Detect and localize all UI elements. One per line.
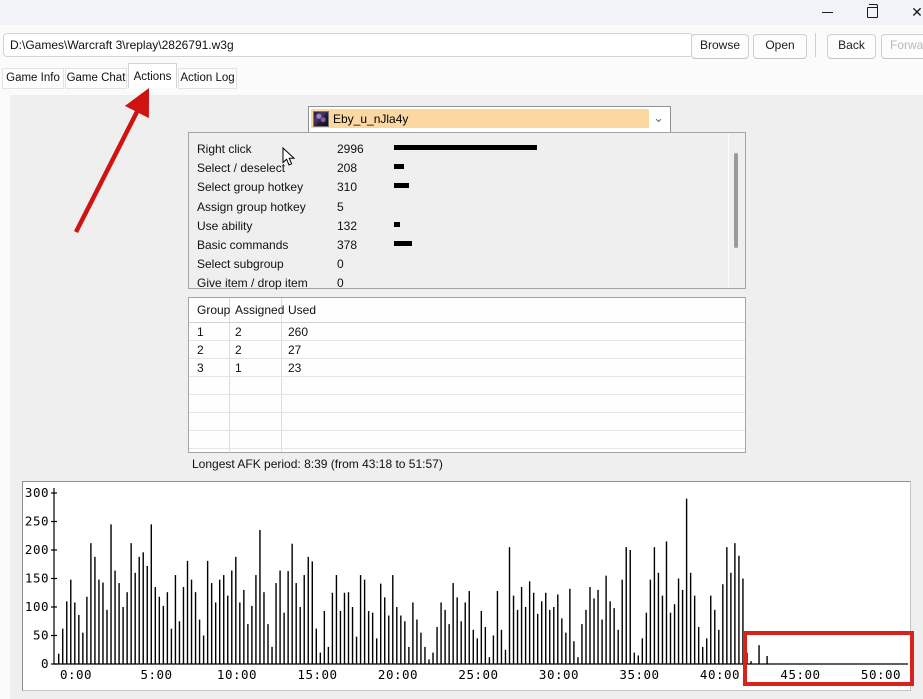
action-stat-row: Give item / drop item 0 bbox=[189, 273, 745, 292]
action-stat-row: Right click 2996 bbox=[189, 139, 745, 158]
svg-text:25:00: 25:00 bbox=[458, 667, 498, 682]
action-stat-bar bbox=[394, 221, 401, 227]
column-header[interactable]: Group bbox=[197, 303, 230, 317]
forward-button[interactable]: Forward bbox=[881, 34, 923, 59]
action-stat-count: 310 bbox=[337, 180, 358, 195]
grid-line bbox=[189, 412, 745, 413]
action-stat-count: 208 bbox=[337, 161, 358, 176]
action-stat-count: 5 bbox=[337, 199, 344, 214]
table-cell: 3 bbox=[197, 361, 204, 375]
tab-action-log[interactable]: Action Log bbox=[178, 68, 237, 89]
grid-line bbox=[189, 430, 745, 431]
title-bar: ✕ bbox=[0, 0, 923, 25]
annotation-arrow bbox=[73, 87, 150, 234]
table-cell: 1 bbox=[197, 325, 204, 339]
annotation-highlight-rect bbox=[743, 631, 914, 686]
action-stat-row: Select subgroup 0 bbox=[189, 254, 745, 273]
svg-text:250: 250 bbox=[25, 514, 49, 529]
column-header[interactable]: Assigned bbox=[235, 303, 284, 317]
table-cell: 1 bbox=[235, 361, 242, 375]
scrollbar-gutter bbox=[728, 134, 729, 287]
minimize-icon bbox=[821, 11, 833, 14]
chevron-down-icon: ⌄ bbox=[653, 110, 664, 125]
grid-line bbox=[189, 394, 745, 395]
action-stat-label: Assign group hotkey bbox=[197, 199, 306, 214]
action-stat-row: Select / deselect 208 bbox=[189, 158, 745, 177]
mouse-cursor bbox=[282, 147, 296, 166]
action-stat-bar bbox=[394, 183, 409, 189]
action-stat-label: Select group hotkey bbox=[197, 180, 304, 195]
close-button[interactable]: ✕ bbox=[897, 0, 923, 25]
action-stat-bar bbox=[394, 164, 404, 170]
svg-text:20:00: 20:00 bbox=[378, 667, 418, 682]
grid-line bbox=[189, 376, 745, 377]
action-stat-label: Select / deselect bbox=[197, 161, 286, 176]
action-stat-label: Basic commands bbox=[197, 238, 289, 252]
action-stat-count: 0 bbox=[337, 257, 344, 272]
restore-button[interactable] bbox=[852, 0, 892, 25]
svg-text:100: 100 bbox=[25, 599, 49, 614]
player-select[interactable]: Eby_u_nJla4y ⌄ bbox=[308, 106, 671, 133]
player-select-selection: Eby_u_nJla4y bbox=[311, 109, 649, 128]
scrollbar-thumb[interactable] bbox=[734, 153, 738, 248]
action-stat-count: 132 bbox=[337, 218, 358, 233]
replay-path-input[interactable] bbox=[3, 33, 693, 57]
player-name: Eby_u_nJla4y bbox=[333, 111, 409, 126]
table-cell: 260 bbox=[288, 325, 309, 339]
header-underline bbox=[189, 322, 745, 323]
table-cell: 23 bbox=[288, 361, 302, 375]
action-stats-panel: Right click 2996 Select / deselect 208 Selec… bbox=[188, 132, 746, 292]
action-stat-label: Select subgroup bbox=[197, 257, 284, 272]
afk-period-text: Longest AFK period: 8:39 (from 43:18 to … bbox=[192, 457, 443, 471]
action-stat-row: Use ability 132 bbox=[189, 216, 745, 235]
close-icon: ✕ bbox=[911, 4, 923, 21]
table-cell: 2 bbox=[197, 343, 204, 357]
svg-text:0:00: 0:00 bbox=[60, 667, 92, 682]
action-stat-row: Assign group hotkey 5 bbox=[189, 197, 745, 216]
svg-text:30:00: 30:00 bbox=[539, 667, 579, 682]
restore-icon bbox=[866, 4, 879, 18]
toolbar-separator bbox=[815, 33, 816, 57]
action-stat-row: Basic commands 378 bbox=[189, 235, 745, 254]
back-button[interactable]: Back bbox=[827, 34, 876, 59]
column-header[interactable]: Used bbox=[288, 303, 316, 317]
browse-button[interactable]: Browse bbox=[691, 34, 749, 59]
grid-line bbox=[189, 340, 745, 341]
svg-text:15:00: 15:00 bbox=[297, 667, 337, 682]
table-cell: 2 bbox=[235, 325, 242, 339]
action-stat-bar bbox=[394, 145, 537, 150]
svg-text:200: 200 bbox=[25, 542, 49, 557]
svg-text:10:00: 10:00 bbox=[217, 667, 257, 682]
grid-line bbox=[189, 448, 745, 449]
toolbar: Browse Open Back Forward bbox=[0, 25, 923, 62]
grid-line bbox=[189, 358, 745, 359]
player-portrait-icon bbox=[313, 110, 329, 127]
control-groups-table: Group Assigned Used 1 2 260 2 2 27 3 1 23 bbox=[188, 297, 746, 453]
action-stat-label: Right click bbox=[197, 142, 252, 156]
svg-text:150: 150 bbox=[25, 571, 49, 586]
table-cell: 2 bbox=[235, 343, 242, 357]
action-stat-bar bbox=[394, 241, 412, 246]
action-stat-count: 2996 bbox=[337, 142, 364, 156]
action-stat-label: Use ability bbox=[197, 218, 253, 233]
table-cell: 27 bbox=[288, 343, 302, 357]
minimize-button[interactable] bbox=[807, 0, 847, 25]
svg-text:300: 300 bbox=[25, 485, 49, 500]
open-button[interactable]: Open bbox=[753, 34, 807, 59]
svg-text:40:00: 40:00 bbox=[700, 667, 740, 682]
action-stat-row: Select group hotkey 310 bbox=[189, 177, 745, 196]
svg-text:0: 0 bbox=[41, 656, 49, 671]
action-stat-label: Give item / drop item bbox=[197, 276, 308, 291]
svg-text:35:00: 35:00 bbox=[619, 667, 659, 682]
action-stat-count: 378 bbox=[337, 238, 358, 252]
svg-text:50: 50 bbox=[33, 628, 49, 643]
svg-text:5:00: 5:00 bbox=[140, 667, 172, 682]
action-stat-count: 0 bbox=[337, 276, 344, 291]
